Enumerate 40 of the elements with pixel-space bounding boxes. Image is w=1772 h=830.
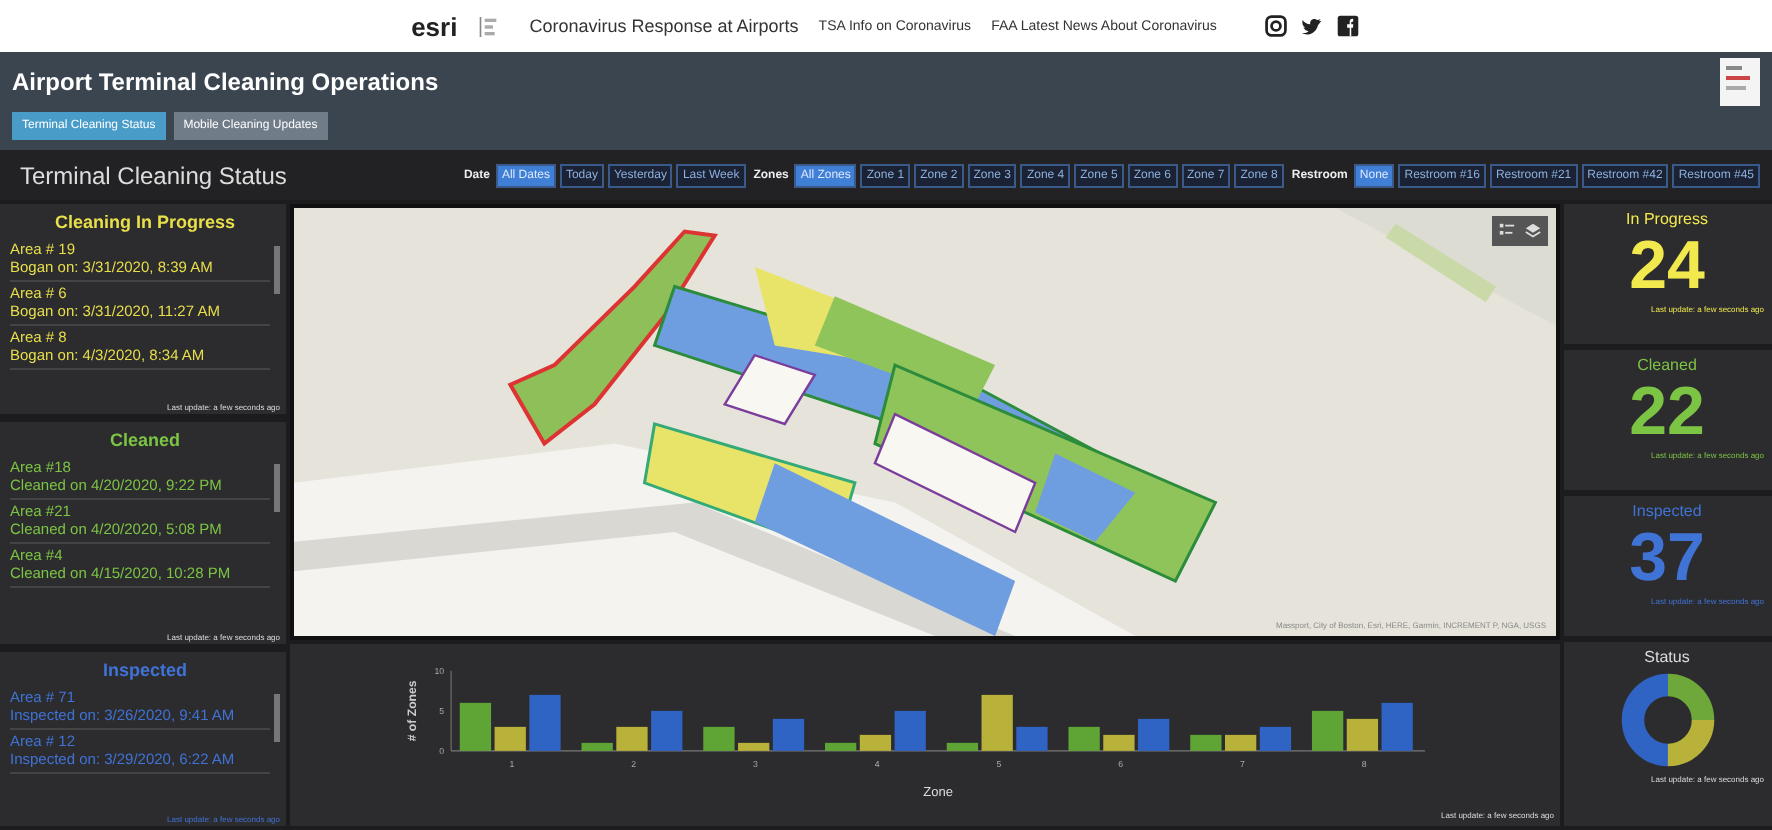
scrollbar[interactable]	[274, 464, 280, 512]
layers-icon[interactable]	[1524, 222, 1542, 240]
bar[interactable]	[459, 702, 492, 751]
bar[interactable]	[494, 726, 526, 751]
bar[interactable]	[1103, 734, 1135, 751]
bar[interactable]	[1190, 734, 1222, 751]
panel-title: Cleaning In Progress	[52, 212, 238, 232]
bar[interactable]	[703, 726, 735, 751]
panel-title: Cleaned	[107, 430, 182, 450]
bar[interactable]	[1311, 710, 1344, 751]
bar[interactable]	[946, 742, 979, 751]
dashboard-title: Airport Terminal Cleaning Operations	[12, 68, 439, 96]
bar[interactable]	[1225, 734, 1257, 751]
stat-title: Cleaned	[1637, 356, 1697, 374]
nav-link[interactable]: Coronavirus Response at Airports	[529, 16, 799, 36]
twitter-icon[interactable]	[1300, 14, 1325, 38]
bar[interactable]	[1346, 718, 1379, 751]
stat-value: 37	[1629, 520, 1705, 596]
panel-title: Inspected	[100, 660, 189, 680]
bar[interactable]	[1068, 726, 1100, 751]
stat-title: In Progress	[1626, 210, 1708, 228]
stat-value: 22	[1629, 374, 1705, 450]
stat-value: 24	[1629, 228, 1705, 304]
bar[interactable]	[738, 742, 770, 751]
donut-chart-drawing	[1617, 670, 1717, 770]
bar[interactable]	[825, 742, 857, 751]
bar[interactable]	[616, 726, 648, 751]
esri-logo: esri	[411, 11, 458, 41]
stat-title: Inspected	[1632, 502, 1702, 520]
logo-icon	[1720, 58, 1760, 106]
legend-icon[interactable]	[1498, 222, 1516, 240]
instagram-icon[interactable]	[1264, 14, 1289, 38]
facebook-icon[interactable]	[1336, 14, 1361, 38]
scrollbar[interactable]	[274, 246, 280, 294]
bar[interactable]	[581, 742, 613, 751]
scrollbar[interactable]	[274, 694, 280, 742]
section-title: Terminal Cleaning Status	[20, 161, 287, 189]
bar[interactable]	[859, 734, 892, 751]
chart-title: Status	[1644, 648, 1690, 666]
logo-icon	[477, 13, 498, 39]
